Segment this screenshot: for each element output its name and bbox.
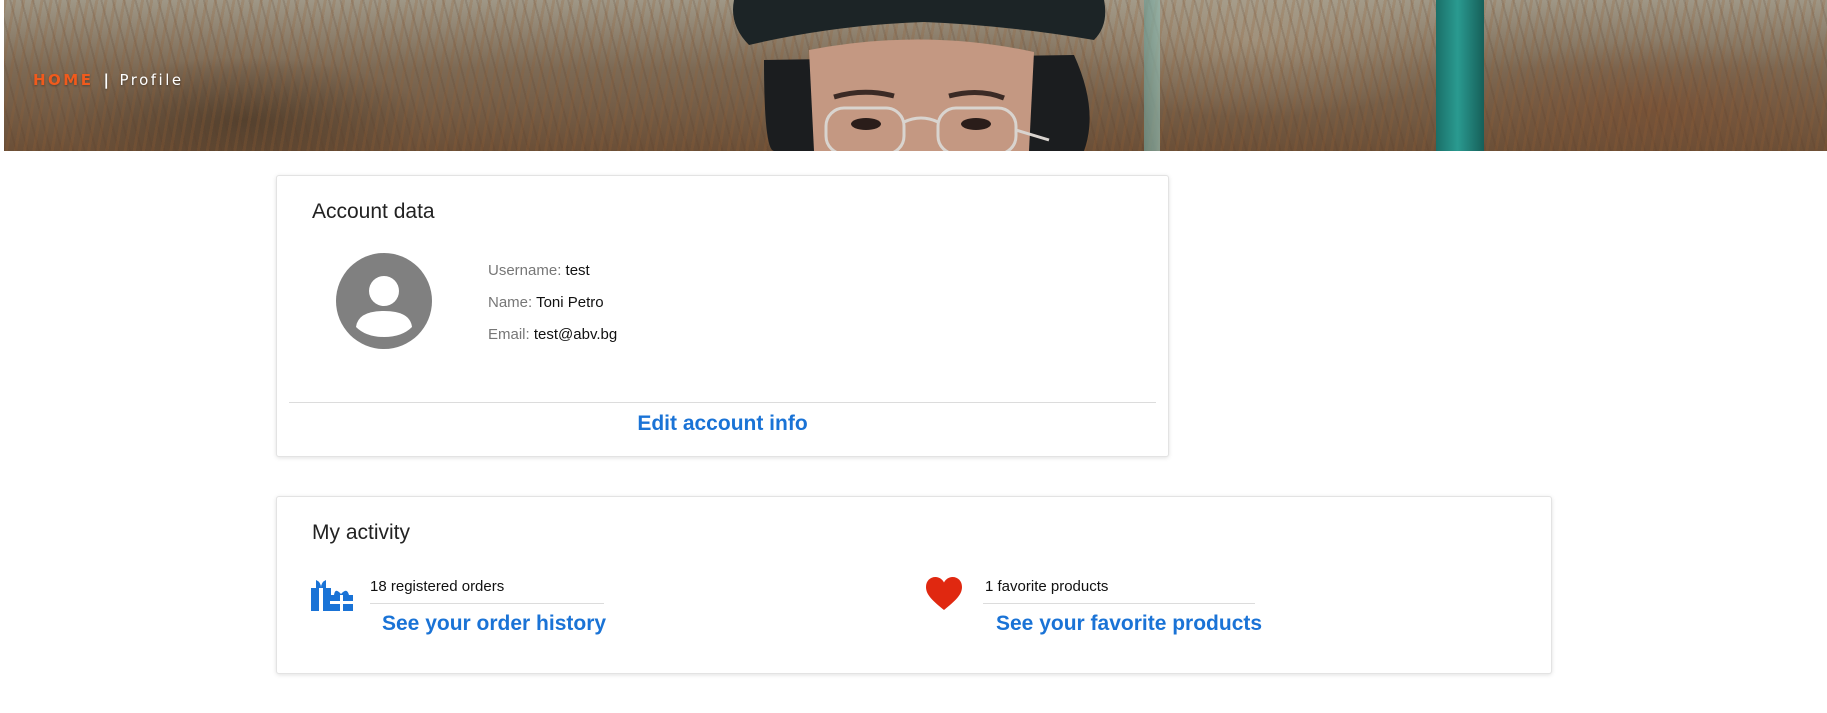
name-row: Name: Toni Petro: [488, 293, 617, 325]
favorites-count: 1 favorite products: [985, 578, 1109, 595]
user-avatar-icon: [336, 253, 432, 349]
orders-divider: [370, 603, 604, 604]
favorites-divider: [983, 603, 1255, 604]
account-data-title: Account data: [312, 200, 435, 223]
name-label: Name:: [488, 294, 533, 311]
gifts-icon: [311, 580, 353, 611]
favorite-products-link[interactable]: See your favorite products: [996, 612, 1262, 636]
email-label: Email:: [488, 326, 530, 343]
email-row: Email: test@abv.bg: [488, 325, 617, 357]
hero-pole-left: [1144, 0, 1160, 151]
username-value: test: [565, 262, 590, 279]
email-value: test@abv.bg: [533, 326, 618, 343]
order-history-link[interactable]: See your order history: [382, 612, 606, 636]
my-activity-card: My activity 18 registered orders See you…: [276, 496, 1552, 674]
breadcrumb-home-link[interactable]: HOME: [33, 71, 93, 89]
username-label: Username:: [488, 262, 562, 279]
breadcrumb: HOME | Profile: [33, 71, 184, 89]
hero-pole-right: [1436, 0, 1484, 151]
profile-page: HOME | Profile Account data Username: test…: [0, 0, 1827, 713]
heart-icon: [926, 577, 962, 610]
breadcrumb-current: Profile: [119, 71, 184, 89]
account-divider: [289, 402, 1156, 403]
edit-account-link[interactable]: Edit account info: [277, 412, 1168, 436]
account-info: Username: test Name: Toni Petro Email: t…: [488, 261, 617, 357]
username-row: Username: test: [488, 261, 617, 293]
orders-count: 18 registered orders: [370, 578, 505, 595]
my-activity-title: My activity: [312, 521, 411, 544]
hero-person-image: [733, 0, 1106, 151]
hero-banner: [4, 0, 1827, 151]
name-value: Toni Petro: [536, 294, 604, 311]
account-data-card: Account data Username: test Name: Toni P…: [276, 175, 1169, 457]
breadcrumb-separator: |: [103, 71, 112, 89]
